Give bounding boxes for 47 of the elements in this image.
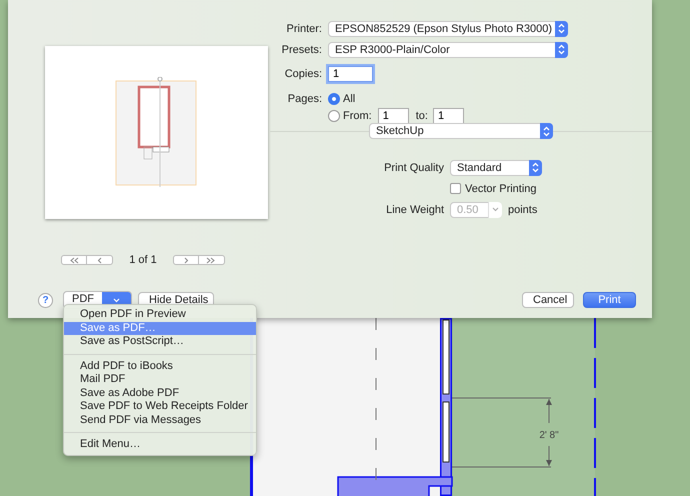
- presets-popup[interactable]: ESP R3000-Plain/Color: [328, 42, 568, 58]
- up-down-chevron-icon: [558, 44, 565, 55]
- printer-popup[interactable]: EPSON852529 (Epson Stylus Photo R3000): [328, 20, 568, 36]
- up-down-chevron-icon: [532, 162, 539, 173]
- pages-label: Pages:: [286, 92, 322, 104]
- section-popup[interactable]: SketchUp: [369, 123, 553, 139]
- radio-label: From:: [343, 110, 372, 122]
- print-quality-label: Print Quality: [383, 162, 444, 174]
- menu-item[interactable]: Add PDF to iBooks: [64, 360, 256, 373]
- radio-button[interactable]: [328, 110, 340, 122]
- radio-button[interactable]: [328, 92, 340, 104]
- vector-printing-label: Vector Printing: [465, 182, 537, 194]
- copies-label: Copies:: [284, 68, 322, 80]
- next-page-button[interactable]: [172, 255, 199, 265]
- last-page-button[interactable]: [198, 255, 225, 265]
- up-down-chevron-icon: [543, 126, 550, 136]
- menu-item[interactable]: Save PDF to Web Receipts Folder: [64, 400, 256, 414]
- dimension-label: 2' 8": [539, 430, 559, 441]
- page-count: 1 of 1: [129, 254, 157, 266]
- menu-item[interactable]: Open PDF in Preview: [64, 308, 256, 322]
- vector-printing-checkbox[interactable]: [450, 183, 461, 194]
- chevron-down-icon: [492, 207, 499, 212]
- to-field[interactable]: 1: [432, 108, 464, 124]
- presets-label: Presets:: [280, 44, 322, 56]
- help-button[interactable]: ?: [38, 292, 53, 308]
- copies-field[interactable]: 1: [328, 66, 373, 82]
- menu-item[interactable]: Send PDF via Messages: [64, 414, 256, 427]
- chevron-right-icon: [182, 256, 189, 264]
- from-field[interactable]: 1: [378, 108, 409, 124]
- printer-label: Printer:: [286, 22, 322, 34]
- line-weight-label: Line Weight: [385, 204, 444, 216]
- double-chevron-left-icon: [69, 256, 80, 264]
- menu-item[interactable]: Save as PostScript…: [64, 335, 256, 348]
- previous-page-button[interactable]: [87, 255, 114, 265]
- menu-item[interactable]: Mail PDF: [64, 373, 256, 386]
- up-down-chevron-icon: [558, 23, 565, 34]
- print-quality-popup[interactable]: Standard: [450, 160, 542, 176]
- menu-item[interactable]: Edit Menu…: [64, 438, 256, 452]
- radio-label: All: [343, 92, 356, 104]
- chevron-down-icon: [113, 298, 120, 302]
- double-chevron-right-icon: [206, 256, 216, 264]
- chevron-left-icon: [96, 256, 103, 264]
- cancel-button[interactable]: Cancel: [522, 292, 574, 308]
- to-label: to:: [416, 110, 428, 122]
- first-page-button[interactable]: [61, 255, 88, 265]
- units-label: points: [508, 204, 538, 216]
- menu-item[interactable]: Save as Adobe PDF: [64, 386, 256, 400]
